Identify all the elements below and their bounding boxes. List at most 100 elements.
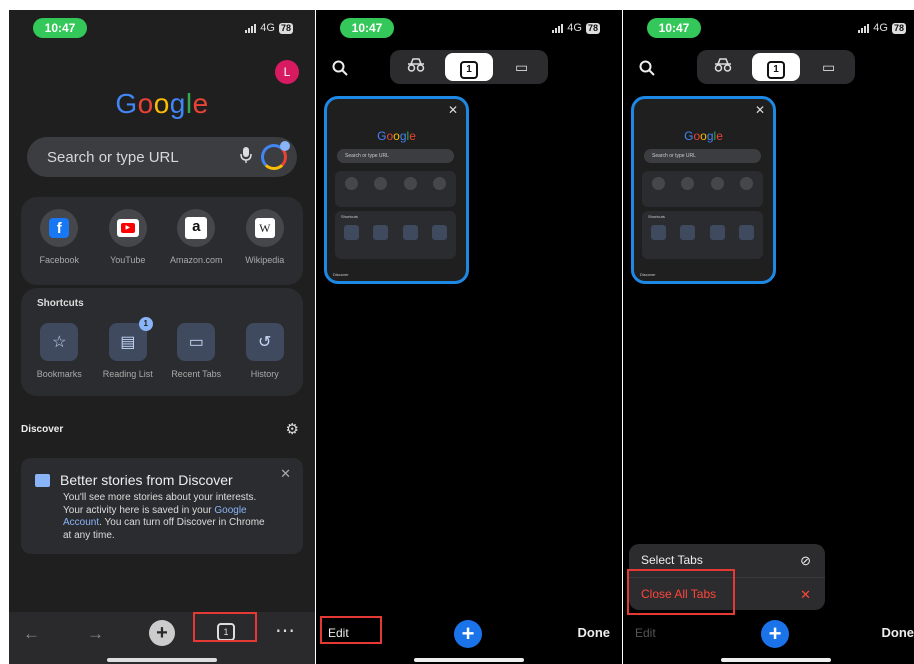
new-tab-button[interactable]: +: [761, 620, 789, 648]
signal-icon: [552, 23, 564, 33]
tab-thumbnail[interactable]: ✕ Google Search or type URL Shortcuts Di…: [324, 96, 469, 284]
network-label: 4G: [567, 22, 582, 34]
status-indicators: 4G 78: [858, 22, 906, 34]
thumbnail-shortcuts: Shortcuts: [335, 211, 456, 259]
thumbnail-tiles: [642, 171, 763, 207]
more-menu-icon[interactable]: ⋯: [275, 618, 295, 643]
thumbnail-search: Search or type URL: [337, 149, 454, 163]
incognito-tabs-segment[interactable]: [699, 53, 747, 81]
tile-label: Facebook: [39, 255, 80, 265]
close-tab-icon[interactable]: ✕: [755, 103, 765, 117]
omnibox[interactable]: Search or type URL: [27, 137, 297, 177]
tab-switcher-edit-menu-screen: 10:47 4G 78 1 ▭ ✕ Google Search or type …: [623, 10, 914, 664]
bottom-toolbar: ← → + 1 ⋯: [9, 612, 315, 664]
select-tabs-label: Select Tabs: [641, 553, 703, 567]
status-indicators: 4G 78: [245, 22, 293, 34]
forward-arrow-icon[interactable]: →: [87, 624, 104, 644]
network-label: 4G: [873, 22, 888, 34]
facebook-icon: f: [40, 209, 79, 247]
shortcut-label: Bookmarks: [36, 369, 82, 379]
home-indicator: [414, 658, 524, 662]
signal-icon: [245, 23, 257, 33]
status-time: 10:47: [340, 18, 394, 38]
thumbnail-logo: Google: [684, 129, 723, 143]
search-icon[interactable]: [639, 60, 655, 81]
microphone-icon[interactable]: [239, 146, 261, 168]
tab-count-icon: 1: [766, 61, 785, 79]
checkmark-circle-icon: ⊘: [800, 553, 811, 568]
shortcut-reading-list[interactable]: ▤ 1 Reading List: [96, 317, 160, 379]
thumbnail-search: Search or type URL: [644, 149, 761, 163]
reading-list-icon: ▤ 1: [108, 317, 153, 361]
edit-button[interactable]: Edit: [635, 626, 656, 640]
tab-switcher-screen: 10:47 4G 78 1 ▭ ✕ Google Search or type …: [316, 10, 622, 664]
shortcut-bookmarks[interactable]: ☆ Bookmarks: [27, 323, 91, 379]
search-placeholder: Search or type URL: [47, 148, 179, 166]
tile-label: YouTube: [110, 255, 146, 265]
discover-promo-card: Better stories from Discover You'll see …: [21, 458, 303, 554]
signal-icon: [858, 23, 870, 33]
logo-letter: o: [153, 88, 170, 119]
tab-thumbnail[interactable]: ✕ Google Search or type URL Shortcuts Di…: [631, 96, 776, 284]
logo-letter: l: [185, 88, 193, 119]
youtube-icon: ▶: [108, 209, 147, 247]
tile-label: Wikipedia: [245, 255, 285, 265]
tab-group-selector: 1 ▭: [390, 50, 548, 84]
search-icon[interactable]: [332, 60, 348, 81]
logo-letter: G: [115, 88, 138, 119]
tile-label: Amazon.com: [169, 255, 223, 265]
status-time: 10:47: [647, 18, 701, 38]
most-visited-card: f Facebook ▶ YouTube a Amazon.com W Wiki…: [21, 197, 303, 285]
shortcut-label: History: [250, 369, 279, 379]
logo-letter: o: [137, 88, 154, 119]
shortcut-label: Reading List: [102, 369, 153, 379]
tile-amazon[interactable]: a Amazon.com: [164, 209, 228, 265]
tile-wikipedia[interactable]: W Wikipedia: [233, 209, 297, 265]
close-icon: ✕: [800, 587, 811, 602]
history-icon: ↺: [245, 323, 284, 361]
amazon-icon: a: [177, 209, 216, 247]
tab-count-icon: 1: [459, 61, 478, 79]
shortcut-history[interactable]: ↺ History: [233, 323, 297, 379]
incognito-tabs-segment[interactable]: [392, 53, 440, 81]
thumbnail-logo: Google: [377, 129, 416, 143]
account-avatar[interactable]: L: [275, 60, 299, 84]
battery-icon: 78: [585, 22, 600, 34]
tile-youtube[interactable]: ▶ YouTube: [96, 209, 160, 265]
status-time: 10:47: [33, 18, 87, 38]
shortcut-label: Recent Tabs: [171, 369, 222, 379]
news-icon: [35, 473, 50, 487]
new-tab-button[interactable]: +: [149, 620, 175, 646]
home-indicator: [721, 658, 831, 662]
tab-group-selector: 1 ▭: [697, 50, 855, 84]
done-button[interactable]: Done: [882, 625, 914, 640]
close-icon[interactable]: ✕: [280, 466, 291, 482]
done-button[interactable]: Done: [578, 625, 611, 640]
status-indicators: 4G 78: [552, 22, 600, 34]
shortcut-recent-tabs[interactable]: ▭ Recent Tabs: [164, 323, 228, 379]
gear-icon[interactable]: ⚙: [286, 420, 299, 438]
tile-facebook[interactable]: f Facebook: [27, 209, 91, 265]
thumbnail-discover: Discover: [640, 272, 656, 277]
back-arrow-icon[interactable]: ←: [23, 624, 40, 644]
star-icon: ☆: [40, 323, 79, 361]
devices-icon: ▭: [177, 323, 216, 361]
wikipedia-icon: W: [245, 209, 284, 247]
recent-tabs-segment[interactable]: ▭: [805, 53, 853, 81]
logo-letter: e: [192, 88, 209, 119]
lens-badge: [280, 141, 290, 151]
highlight-box: [627, 569, 735, 615]
new-tab-button[interactable]: +: [454, 620, 482, 648]
battery-icon: 78: [278, 22, 293, 34]
logo-letter: g: [169, 88, 186, 119]
close-tab-icon[interactable]: ✕: [448, 103, 458, 117]
network-label: 4G: [260, 22, 275, 34]
regular-tabs-segment[interactable]: 1: [444, 53, 493, 81]
google-lens-icon[interactable]: [261, 141, 290, 170]
recent-tabs-segment[interactable]: ▭: [498, 53, 546, 81]
thumbnail-shortcuts: Shortcuts: [642, 211, 763, 259]
regular-tabs-segment[interactable]: 1: [751, 53, 800, 81]
discover-card-body: You'll see more stories about your inter…: [63, 492, 265, 541]
new-tab-page-screen: 10:47 4G 78 L Google Search or type URL …: [9, 10, 315, 664]
discover-card-title: Better stories from Discover: [60, 472, 233, 488]
